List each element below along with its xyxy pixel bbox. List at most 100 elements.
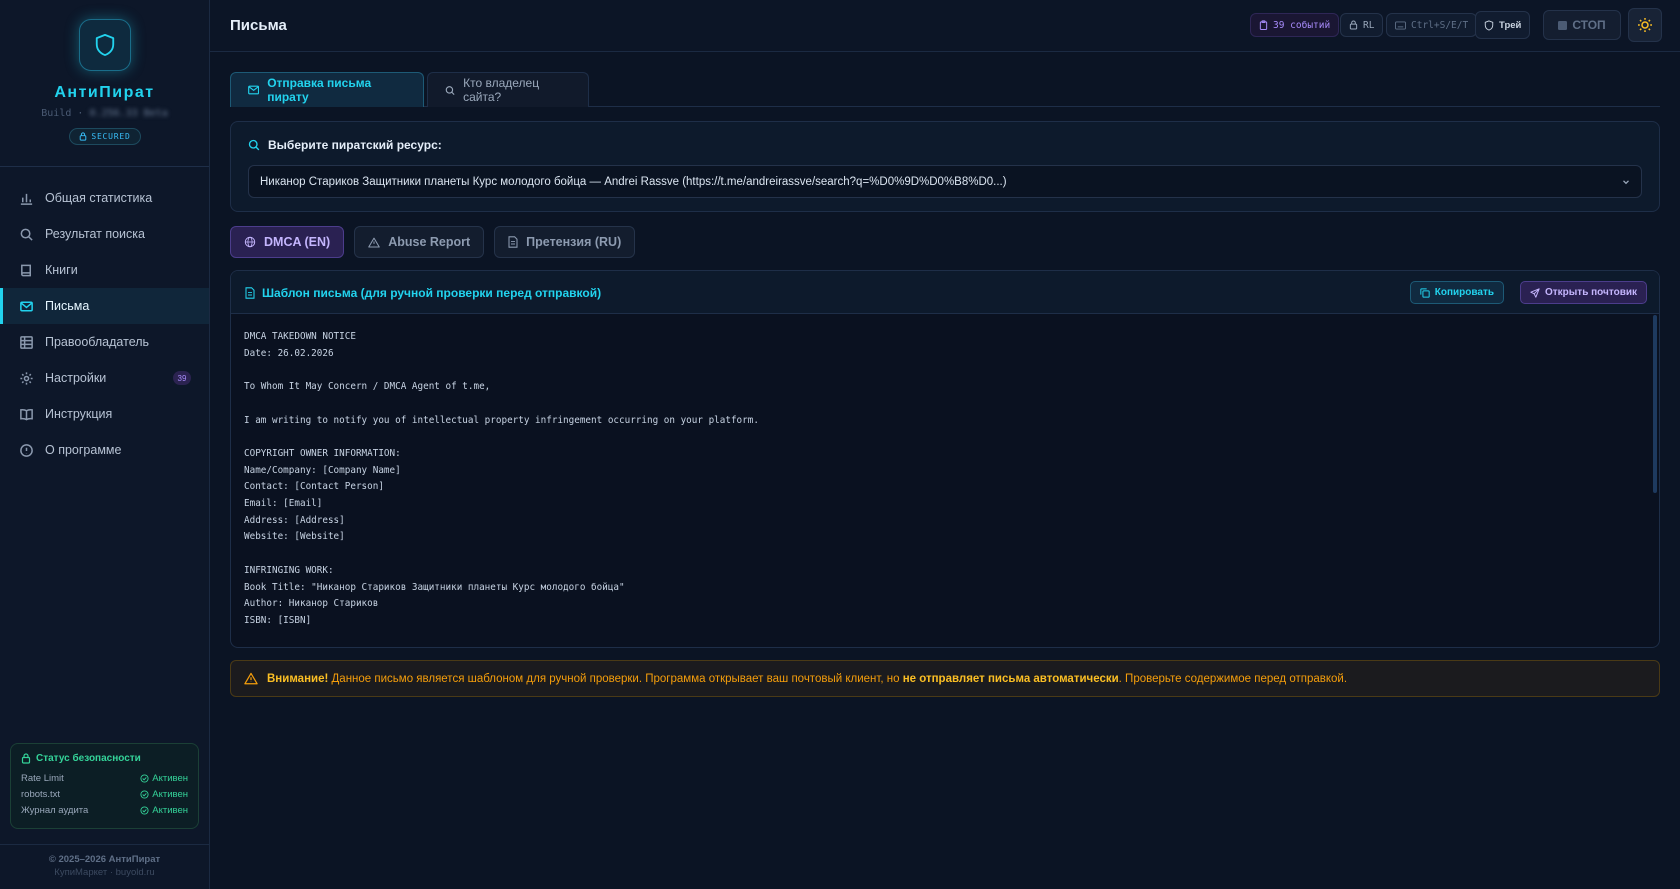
secured-badge: SECURED [69,128,141,145]
status-text: Активен [152,788,188,800]
letter-header: Шаблон письма (для ручной проверки перед… [231,271,1659,314]
warning-strong-2: не отправляет письма автоматически [902,672,1119,685]
search-icon [248,139,260,151]
sidebar-item-stats[interactable]: Общая статистика [0,180,209,216]
letter-template-panel: Шаблон письма (для ручной проверки перед… [230,270,1660,648]
gear-icon [20,371,33,385]
letter-scrollbar[interactable] [1653,315,1657,493]
sidebar-item-settings[interactable]: Настройки 39 [0,360,209,396]
mail-icon [248,85,260,95]
stop-button[interactable]: СТОП [1543,10,1621,40]
pirate-resource-panel: Выберите пиратский ресурс: Никанор Стари… [230,121,1660,212]
tab-abuse-report[interactable]: Abuse Report [354,226,485,258]
copy-label: Копировать [1434,287,1494,298]
sidebar-item-letters[interactable]: Письма [0,288,209,324]
tab-label: Претензия (RU) [526,235,622,249]
security-status-panel: Статус безопасности Rate Limit Активен r… [10,743,199,829]
tab-dmca-en[interactable]: DMCA (EN) [230,226,345,258]
tab-claim-ru[interactable]: Претензия (RU) [494,226,636,258]
document-icon [508,236,518,248]
security-row-label: robots.txt [21,788,61,800]
sidebar-item-about[interactable]: О программе [0,432,209,468]
check-circle-icon [140,789,149,799]
letter-type-tabs: DMCA (EN) Abuse Report Претензия (RU) [230,226,636,258]
book-icon [21,264,31,276]
sidebar-item-label: Инструкция [45,407,113,421]
sidebar-footer: © 2025–2026 АнтиПират КупиМаркет · buyol… [0,844,209,889]
tab-send-letter[interactable]: Отправка письма пирату [230,72,424,107]
sidebar-nav: Общая статистика Результат поиска Книги … [0,180,209,468]
warning-banner: Внимание! Данное письмо является шаблоно… [230,660,1660,697]
letter-title: Шаблон письма (для ручной проверки перед… [245,286,601,300]
brand-block: АнтиПират Build · 0.256.33 Beta SECURED [0,0,209,167]
theme-toggle-button[interactable] [1628,8,1662,42]
sidebar-item-instructions[interactable]: Инструкция [0,396,209,432]
chevron-down-icon [1623,180,1629,185]
sidebar-item-label: Книги [45,263,78,277]
secured-label: SECURED [91,132,131,141]
search-icon [445,85,455,95]
copy-button[interactable]: Копировать [1409,281,1504,304]
sidebar-item-rightholder[interactable]: Правообладатель [0,324,209,360]
check-circle-icon [140,773,149,783]
topbar: Письма 39 событий RL Ctrl+S/E/T Трей СТО… [210,0,1680,52]
security-row: robots.txt Активен [21,786,188,802]
send-icon [1530,287,1540,298]
stop-square-icon [1558,20,1568,30]
shortcut-hint: Ctrl+S/E/T [1386,13,1478,37]
tray-label: Трей [1499,19,1522,31]
status-text: Активен [152,772,188,784]
lock-icon [21,753,31,764]
sidebar-item-label: Письма [45,299,90,313]
stop-label: СТОП [1572,18,1606,32]
security-title-text: Статус безопасности [36,753,141,764]
page-title: Письма [230,17,287,34]
settings-count-badge: 39 [173,371,191,385]
lock-icon [1349,20,1358,30]
shortcut-label: Ctrl+S/E/T [1411,19,1469,31]
document-icon [245,287,255,299]
letter-body-text[interactable]: DMCA TAKEDOWN NOTICE Date: 26.02.2026 To… [244,329,759,630]
sidebar-item-search-results[interactable]: Результат поиска [0,216,209,252]
shield-icon [1484,19,1494,31]
resource-label-text: Выберите пиратский ресурс: [268,138,442,152]
check-circle-icon [140,805,149,815]
tray-button[interactable]: Трей [1475,11,1531,39]
letter-title-text: Шаблон письма (для ручной проверки перед… [262,286,602,300]
copy-icon [1420,287,1430,298]
sidebar-item-books[interactable]: Книги [0,252,209,288]
app-name: АнтиПират [54,84,155,101]
security-row: Rate Limit Активен [21,770,188,786]
sidebar-item-label: Настройки [45,371,107,385]
globe-icon [244,236,256,248]
sidebar-item-label: Общая статистика [45,191,153,205]
open-mail-client-button[interactable]: Открыть почтовик [1519,281,1647,304]
tab-label: Отправка письма пирату [267,76,372,104]
pirate-resource-select[interactable]: Никанор Стариков Защитники планеты Курс … [248,165,1642,198]
resource-label: Выберите пиратский ресурс: [248,138,442,152]
table-icon [20,335,33,349]
build-info: Build · 0.256.33 Beta [0,108,209,119]
search-icon [20,228,33,241]
shield-logo-icon [79,19,131,71]
security-row: Журнал аудита Активен [21,802,188,818]
sidebar-item-label: О программе [45,443,122,457]
mail-icon [20,301,33,311]
warning-text-1: Данное письмо является шаблоном для ручн… [328,672,903,685]
tab-site-owner[interactable]: Кто владелец сайта? [427,72,589,107]
events-counter-button[interactable]: 39 событий [1250,13,1340,37]
status-text: Активен [152,804,188,816]
warning-triangle-icon [244,672,258,685]
build-label: Build · [41,108,84,119]
sidebar: АнтиПират Build · 0.256.33 Beta SECURED … [0,0,210,889]
sidebar-item-label: Результат поиска [45,227,145,241]
mail-label: Открыть почтовик [1544,287,1637,298]
security-row-label: Rate Limit [21,772,64,784]
clipboard-icon [1259,20,1268,30]
lock-icon [80,132,87,141]
tab-label: Abuse Report [388,235,471,249]
info-icon [20,443,33,457]
security-row-status: Активен [140,773,188,784]
rate-limit-indicator[interactable]: RL [1340,13,1384,37]
security-title: Статус безопасности [21,753,188,764]
